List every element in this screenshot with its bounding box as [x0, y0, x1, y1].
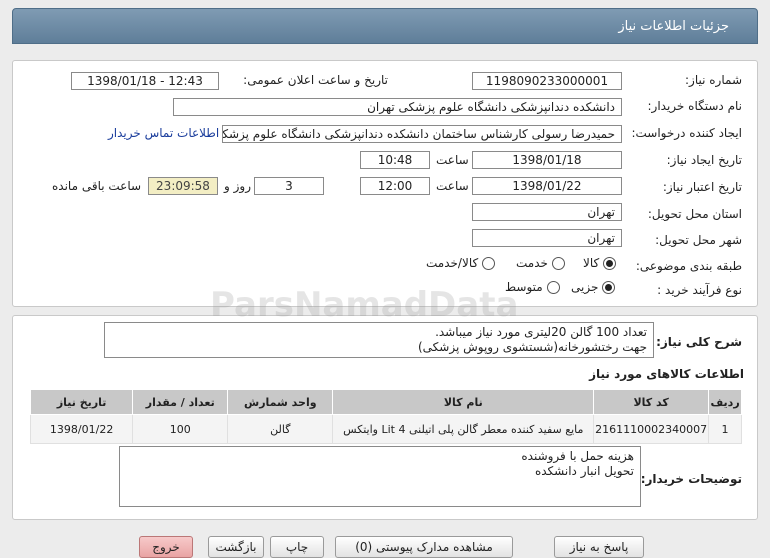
back-button[interactable]: بازگشت — [208, 536, 264, 558]
category-option-goods-label: کالا — [583, 256, 600, 270]
radio-empty-icon — [546, 280, 560, 294]
category-option-goods-service-label: کالا/خدمت — [426, 256, 479, 270]
announce-datetime-field: 1398/01/18 - 12:43 — [71, 72, 219, 90]
buyer-org-label: نام دستگاه خریدار: — [647, 99, 743, 113]
created-date-field: 1398/01/18 — [472, 151, 622, 169]
column-header-need-date: تاریخ نیاز — [29, 389, 134, 415]
buyer-org-field: دانشکده دندانپزشکی دانشگاه علوم پزشکی ته… — [173, 98, 622, 116]
created-date-label: تاریخ ایجاد نیاز: — [666, 153, 742, 167]
category-option-service-label: خدمت — [516, 256, 548, 270]
radio-selected-icon — [602, 280, 616, 294]
summary-line-2: جهت رختشورخانه(شستشوی روپوش پزشکی) — [417, 340, 647, 354]
category-label: طبقه بندی موضوعی: — [635, 259, 742, 273]
summary-label: شرح کلی نیاز: — [656, 335, 742, 349]
remaining-days-field: 3 — [254, 177, 324, 195]
need-number-label: شماره نیاز: — [685, 73, 742, 87]
page-title: جزئیات اطلاعات نیاز — [618, 19, 729, 34]
days-label: روز و — [224, 179, 251, 193]
column-header-unit: واحد شمارش — [227, 389, 334, 415]
process-option-minor[interactable]: جزیی — [571, 280, 616, 294]
radio-empty-icon — [551, 256, 565, 270]
table-row: 1 2161110002340007 مایع سفید کننده معطر … — [29, 414, 742, 444]
requester-field: حمیدرضا رسولی کارشناس ساختمان دانشکده دن… — [222, 125, 622, 143]
process-option-minor-label: جزیی — [571, 280, 599, 294]
summary-textbox: تعداد 100 گالن 20لیتری مورد نیاز میباشد.… — [104, 322, 654, 358]
unit-cell: گالن — [227, 414, 334, 444]
created-time-field: 10:48 — [360, 151, 430, 169]
column-header-row-number: ردیف — [708, 389, 742, 415]
column-header-item-code: کد کالا — [593, 389, 710, 415]
category-option-goods[interactable]: کالا — [583, 256, 617, 270]
items-table: ردیف کد کالا نام کالا واحد شمارش تعداد /… — [29, 389, 742, 444]
buyer-notes-label: توضیحات خریدار: — [640, 472, 742, 486]
remaining-time-field: 23:09:58 — [148, 177, 218, 195]
purchase-process-label: نوع فرآیند خرید : — [657, 283, 742, 297]
buyer-contact-link[interactable]: اطلاعات تماس خریدار — [108, 126, 219, 140]
watermark: ParsNamadData — [210, 285, 519, 325]
view-attachments-button[interactable]: مشاهده مدارک پیوستی (0) — [335, 536, 513, 558]
validity-date-label: تاریخ اعتبار نیاز: — [662, 180, 742, 194]
items-table-header-row: ردیف کد کالا نام کالا واحد شمارش تعداد /… — [29, 389, 742, 415]
province-label: استان محل تحویل: — [647, 207, 742, 221]
category-option-service[interactable]: خدمت — [516, 256, 565, 270]
reply-to-need-button[interactable]: پاسخ به نیاز — [554, 536, 644, 558]
validity-date-field: 1398/01/22 — [472, 177, 622, 195]
item-code-cell: 2161110002340007 — [593, 414, 710, 444]
city-field: تهران — [472, 229, 622, 247]
page-header: جزئیات اطلاعات نیاز — [12, 8, 758, 44]
category-option-goods-service[interactable]: کالا/خدمت — [426, 256, 496, 270]
province-field: تهران — [472, 203, 622, 221]
buyer-notes-textbox: هزینه حمل با فروشنده تحویل انبار دانشکده — [119, 446, 641, 507]
column-header-item-name: نام کالا — [332, 389, 595, 415]
created-time-label: ساعت — [436, 153, 469, 167]
need-number-field: 1198090233000001 — [472, 72, 622, 90]
row-number-cell: 1 — [708, 414, 742, 444]
need-date-cell: 1398/01/22 — [29, 414, 134, 444]
validity-time-label: ساعت — [436, 179, 469, 193]
summary-line-1: تعداد 100 گالن 20لیتری مورد نیاز میباشد. — [435, 325, 647, 339]
validity-time-field: 12:00 — [360, 177, 430, 195]
items-section-title: اطلاعات کالاهای مورد نیاز — [589, 367, 744, 381]
radio-selected-icon — [603, 256, 617, 270]
exit-button[interactable]: خروج — [139, 536, 193, 558]
remaining-time-label: ساعت باقی مانده — [52, 179, 142, 193]
item-name-cell: مایع سفید کننده معطر گالن پلی اتیلنی 4 L… — [332, 414, 595, 444]
buyer-notes-line-2: تحویل انبار دانشکده — [534, 464, 634, 478]
quantity-cell: 100 — [132, 414, 229, 444]
column-header-quantity: تعداد / مقدار — [132, 389, 229, 415]
print-button[interactable]: چاپ — [270, 536, 324, 558]
buyer-notes-line-1: هزینه حمل با فروشنده — [521, 449, 634, 463]
requester-label: ایجاد کننده درخواست: — [631, 126, 742, 140]
radio-empty-icon — [482, 256, 496, 270]
announce-datetime-label: تاریخ و ساعت اعلان عمومی: — [243, 73, 388, 87]
city-label: شهر محل تحویل: — [655, 233, 742, 247]
